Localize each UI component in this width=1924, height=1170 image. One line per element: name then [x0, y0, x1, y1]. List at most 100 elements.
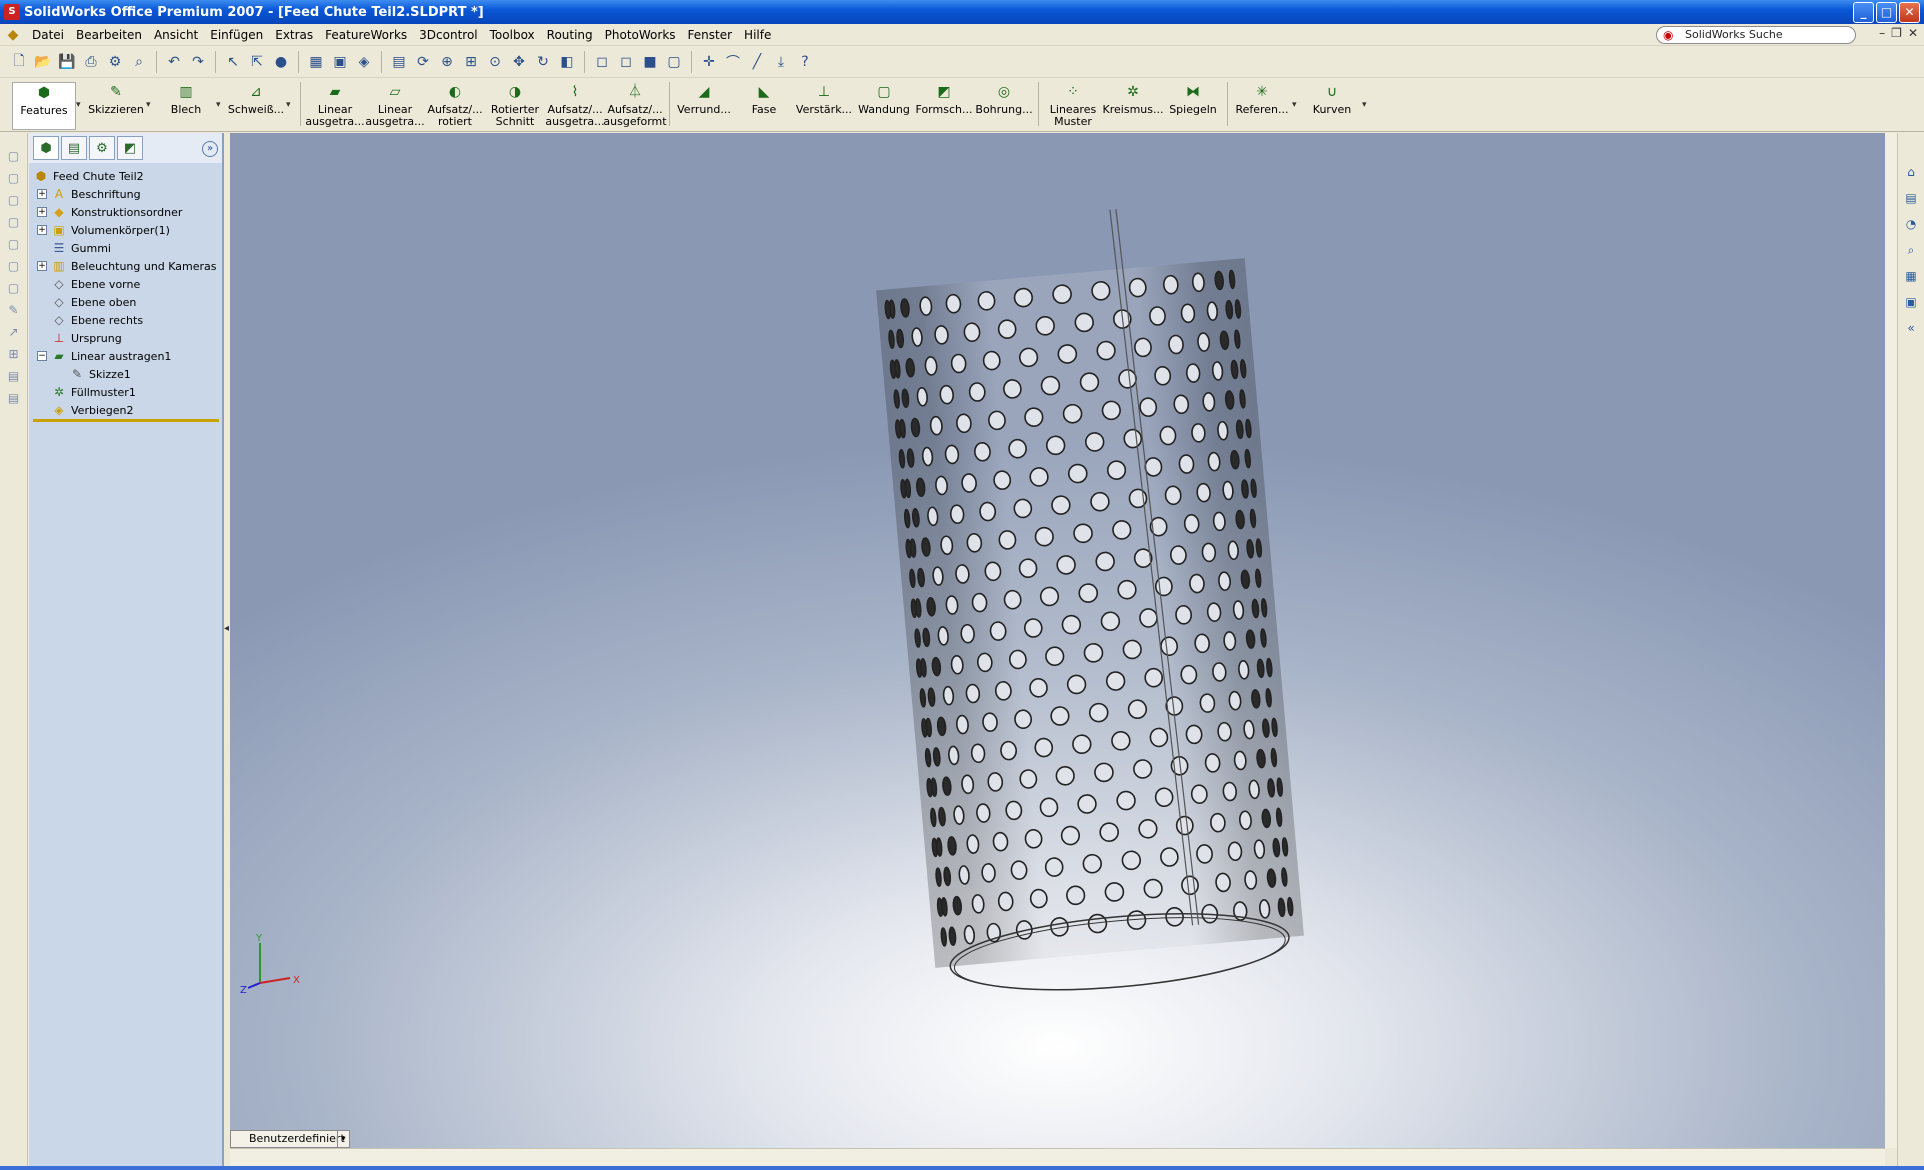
mirror-button[interactable]: ⧓ Spiegeln	[1163, 82, 1223, 130]
redo-icon[interactable]: ↷	[187, 51, 209, 73]
chamfer-button[interactable]: ◣ Fase	[734, 82, 794, 130]
menu-einfuegen[interactable]: Einfügen	[204, 25, 269, 45]
tree-item-ebene-vorne[interactable]: ◇ Ebene vorne	[29, 275, 222, 293]
tree-item-verbiegen[interactable]: ◈ Verbiegen2	[29, 401, 222, 419]
lofted-boss-button[interactable]: ⏃ Aufsatz/... ausgeformt	[603, 82, 666, 130]
rotate-view-icon[interactable]: ↻	[532, 51, 554, 73]
menu-3dcontrol[interactable]: 3Dcontrol	[413, 25, 483, 45]
graphics-area[interactable]: X Y Z Benutzerdefiniert ▾	[230, 133, 1885, 1148]
chevron-down-icon[interactable]: ▾	[216, 100, 226, 110]
view-cube-icon[interactable]: ▢	[5, 235, 23, 253]
print-preview-icon[interactable]: ⌕	[128, 51, 150, 73]
expand-toggle[interactable]: +	[37, 225, 47, 235]
tree-root[interactable]: ⬢ Feed Chute Teil2	[29, 167, 222, 185]
sketch-tool-icon[interactable]: ✎	[5, 301, 23, 319]
menu-datei[interactable]: Datei	[26, 25, 70, 45]
tree-item-linear-austragen[interactable]: − ▰ Linear austragen1	[29, 347, 222, 365]
point-icon[interactable]: ✛	[698, 51, 720, 73]
expand-toggle[interactable]: −	[37, 351, 47, 361]
chevron-down-icon[interactable]: ▾	[1292, 100, 1302, 110]
tree-item-ebene-rechts[interactable]: ◇ Ebene rechts	[29, 311, 222, 329]
expand-toggle[interactable]: +	[37, 261, 47, 271]
grid-icon[interactable]: ▦	[305, 51, 327, 73]
revolved-boss-button[interactable]: ◐ Aufsatz/... rotiert	[425, 82, 485, 130]
menu-bearbeiten[interactable]: Bearbeiten	[70, 25, 148, 45]
expand-toggle[interactable]: +	[37, 207, 47, 217]
solidworks-logo-icon[interactable]: ◆	[4, 26, 22, 44]
view-cube-icon[interactable]: ▢	[5, 279, 23, 297]
view-palette-icon[interactable]: ▦	[1902, 267, 1920, 285]
menu-extras[interactable]: Extras	[269, 25, 319, 45]
select-filter-icon[interactable]: ⇱	[246, 51, 268, 73]
tab-skizzieren[interactable]: ✎ Skizzieren	[86, 82, 146, 130]
curves-button[interactable]: ∪ Kurven	[1302, 82, 1362, 130]
smart-dimension-icon[interactable]: ↗	[5, 323, 23, 341]
doc-restore-button[interactable]: ❐	[1891, 26, 1902, 40]
collapse-panel-icon[interactable]: ◂	[224, 623, 229, 634]
display-style-icon[interactable]: ▣	[329, 51, 351, 73]
vertical-scrollbar[interactable]	[1885, 133, 1897, 1148]
revolved-cut-button[interactable]: ◑ Rotierter Schnitt	[485, 82, 545, 130]
tab-property-manager[interactable]: ▤	[61, 136, 87, 160]
tree-item-fuellmuster[interactable]: ✲ Füllmuster1	[29, 383, 222, 401]
menu-hilfe[interactable]: Hilfe	[738, 25, 777, 45]
doc-close-button[interactable]: ✕	[1908, 26, 1918, 40]
file-explorer-icon[interactable]: ◔	[1902, 215, 1920, 233]
chevron-down-icon[interactable]: ▾	[337, 1131, 349, 1147]
rollback-bar[interactable]	[33, 419, 219, 422]
circular-pattern-button[interactable]: ✲ Kreismus...	[1103, 82, 1164, 130]
view-cube-icon[interactable]: ▢	[5, 147, 23, 165]
split-icon[interactable]: ⤓	[770, 51, 792, 73]
view-tab[interactable]: Benutzerdefiniert ▾	[230, 1130, 350, 1148]
tab-schweiss[interactable]: ⊿ Schweiß...	[226, 82, 286, 130]
arc-icon[interactable]: ⌒	[722, 51, 744, 73]
extruded-cut-button[interactable]: ▱ Linear ausgetra...	[365, 82, 425, 130]
doc-minimize-button[interactable]: –	[1879, 26, 1885, 40]
rebuild-icon[interactable]: ●	[270, 51, 292, 73]
pan-icon[interactable]: ✥	[508, 51, 530, 73]
undo-icon[interactable]: ↶	[163, 51, 185, 73]
tree-item-skizze1[interactable]: ✎ Skizze1	[29, 365, 222, 383]
tree-item-beleuchtung[interactable]: + ▥ Beleuchtung und Kameras	[29, 257, 222, 275]
tab-configuration-manager[interactable]: ⚙	[89, 136, 115, 160]
extruded-boss-button[interactable]: ▰ Linear ausgetra...	[305, 82, 365, 130]
model-view[interactable]: X Y Z	[230, 133, 1885, 1148]
layer-icon[interactable]: ▤	[5, 367, 23, 385]
reference-geometry-button[interactable]: ✳ Referen...	[1232, 82, 1292, 130]
tree-item-ebene-oben[interactable]: ◇ Ebene oben	[29, 293, 222, 311]
library-icon[interactable]: ▤	[1902, 189, 1920, 207]
chevron-down-icon[interactable]: ▾	[76, 100, 86, 110]
swept-boss-button[interactable]: ⌇ Aufsatz/... ausgetra...	[545, 82, 605, 130]
maximize-button[interactable]: □	[1876, 2, 1897, 23]
view-cube-icon[interactable]: ▢	[5, 169, 23, 187]
menu-ansicht[interactable]: Ansicht	[148, 25, 204, 45]
options-icon[interactable]: ⚙	[104, 51, 126, 73]
menu-toolbox[interactable]: Toolbox	[484, 25, 541, 45]
view-cube-icon[interactable]: ▢	[5, 191, 23, 209]
trimetric-icon[interactable]: ◻	[615, 51, 637, 73]
menu-featureworks[interactable]: FeatureWorks	[319, 25, 413, 45]
rotate-icon[interactable]: ⟳	[412, 51, 434, 73]
save-icon[interactable]: 💾	[56, 51, 78, 73]
rib-button[interactable]: ⊥ Verstärk...	[794, 82, 854, 130]
collapse-icon[interactable]: «	[1902, 319, 1920, 337]
tree-item-gummi[interactable]: ☰ Gummi	[29, 239, 222, 257]
expand-toggle[interactable]: +	[37, 189, 47, 199]
tree-item-beschriftung[interactable]: + A Beschriftung	[29, 185, 222, 203]
menu-fenster[interactable]: Fenster	[682, 25, 739, 45]
solidworks-app-icon[interactable]: S	[4, 4, 20, 20]
chevron-down-icon[interactable]: ▾	[286, 100, 296, 110]
horizontal-scrollbar[interactable]	[230, 1148, 1885, 1166]
tree-item-volumenkoerper[interactable]: + ▣ Volumenkörper(1)	[29, 221, 222, 239]
search-icon[interactable]: ⌕	[1902, 241, 1920, 259]
title-bar[interactable]: S SolidWorks Office Premium 2007 - [Feed…	[0, 0, 1924, 24]
view-cube-icon[interactable]: ▢	[5, 213, 23, 231]
view-orientation-icon[interactable]: ▤	[388, 51, 410, 73]
draft-button[interactable]: ◩ Formsch...	[914, 82, 974, 130]
expand-panel-icon[interactable]: »	[202, 141, 218, 157]
hole-wizard-button[interactable]: ◎ Bohrung...	[974, 82, 1034, 130]
tab-display-manager[interactable]: ◩	[117, 136, 143, 160]
perforated-cylinder-model[interactable]	[871, 198, 1307, 1002]
chevron-down-icon[interactable]: ▾	[1362, 100, 1372, 110]
solidworks-search-field[interactable]: ◉ SolidWorks Suche	[1656, 26, 1856, 44]
